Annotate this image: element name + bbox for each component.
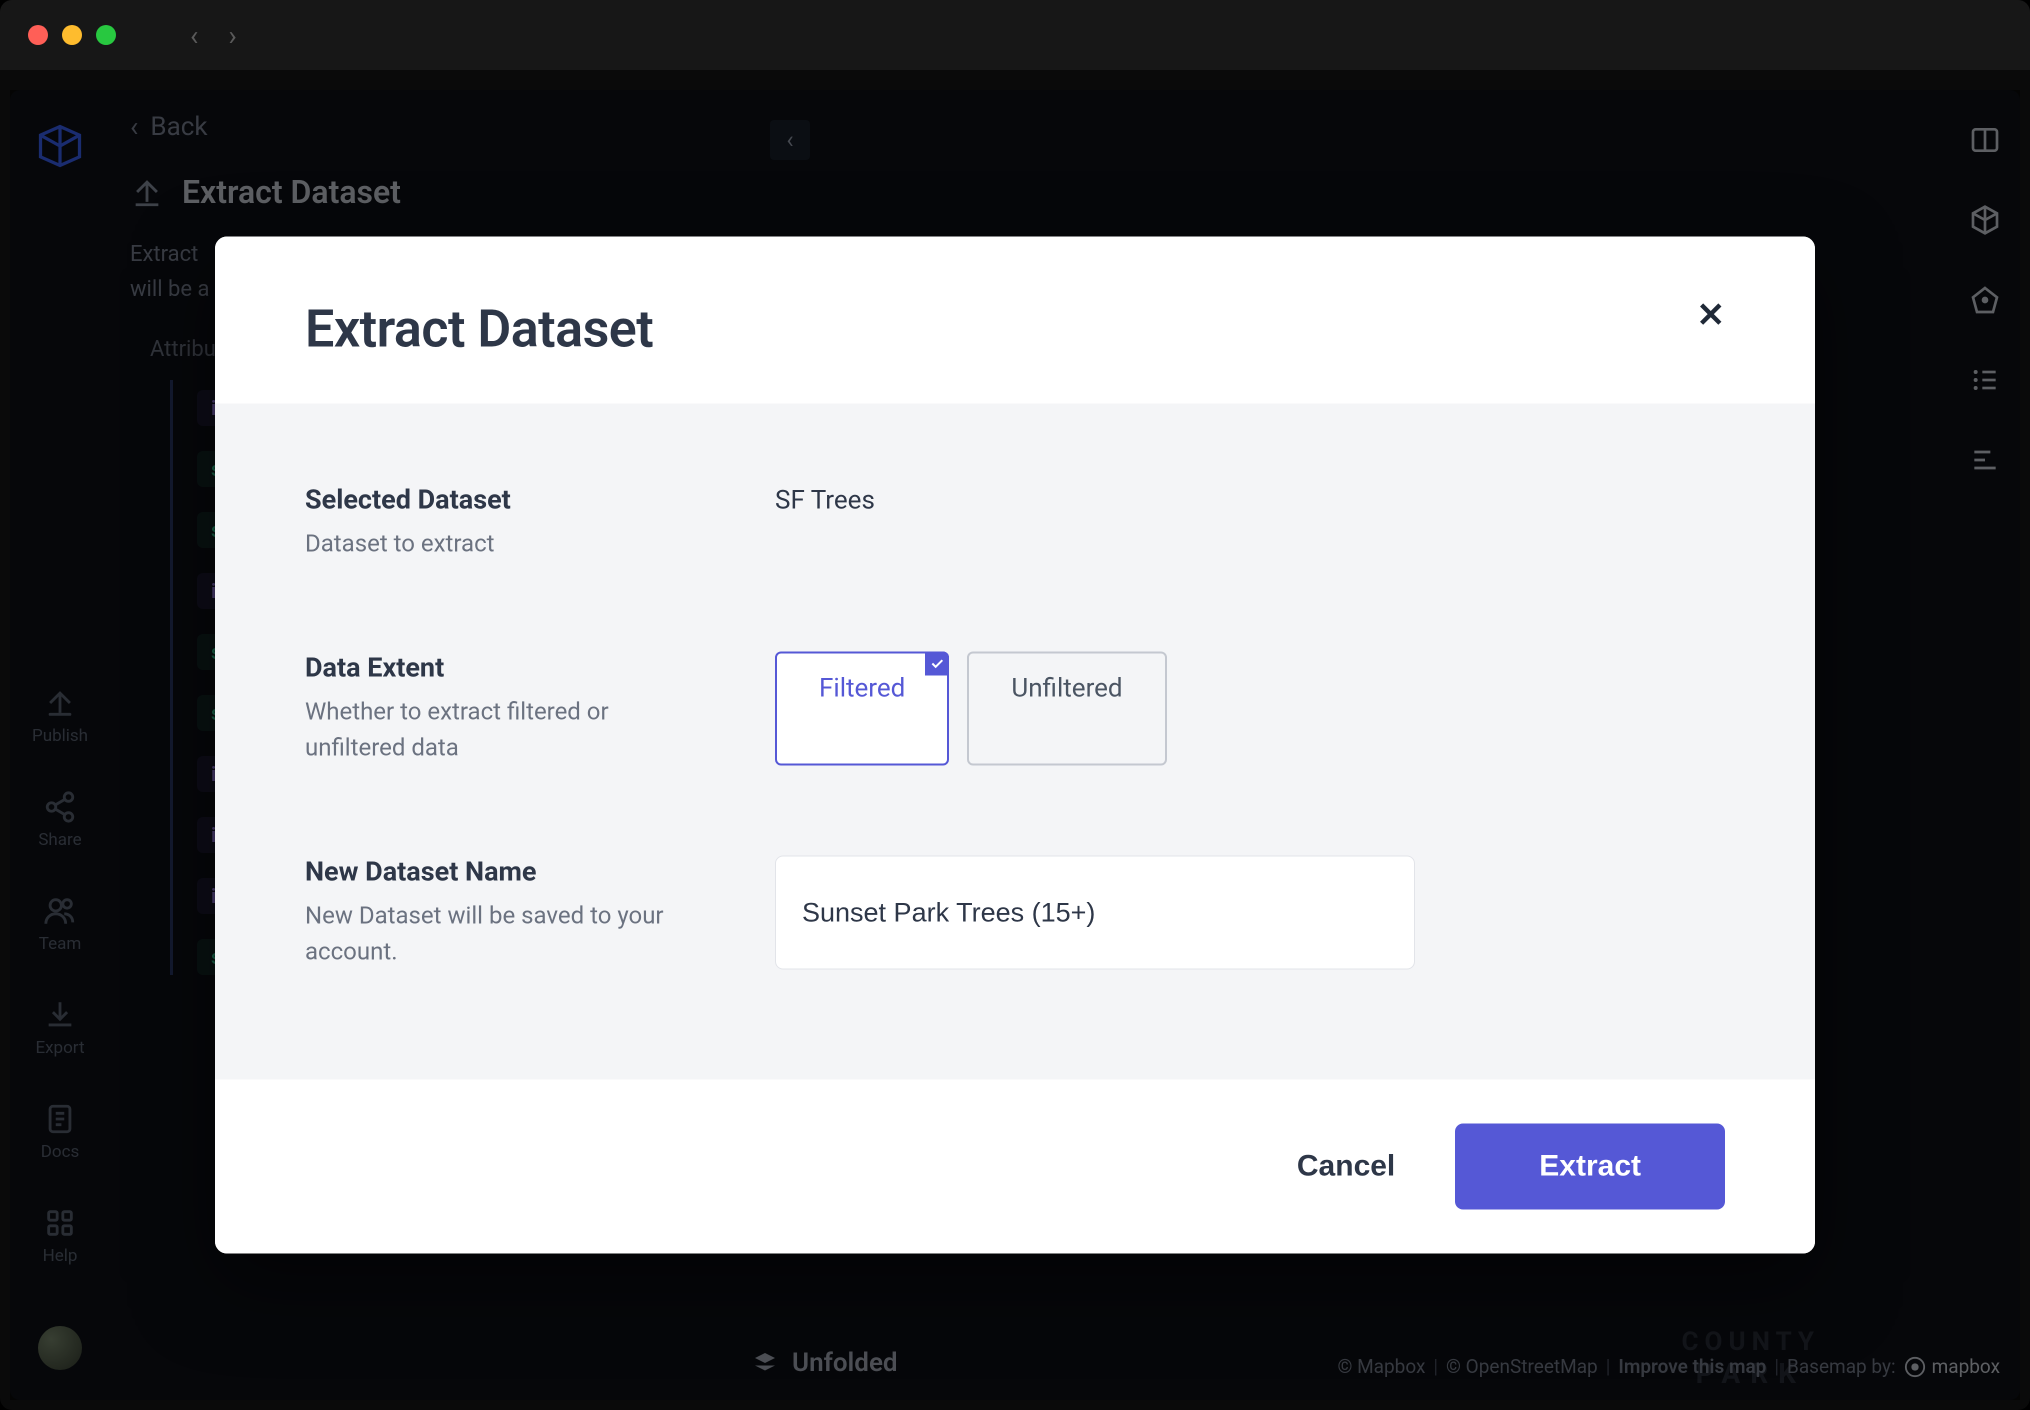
app-shell: Publish Share Team Export Docs Help: [10, 90, 2020, 1400]
selected-dataset-label: Selected Dataset: [305, 484, 775, 516]
app-window: ‹ › Publish Share Team Export: [0, 0, 2030, 1410]
new-name-label: New Dataset Name: [305, 856, 775, 888]
cancel-button[interactable]: Cancel: [1297, 1150, 1395, 1184]
modal-title: Extract Dataset: [305, 299, 653, 360]
minimize-window-icon[interactable]: [62, 25, 82, 45]
nav-forward-icon[interactable]: ›: [228, 19, 236, 52]
modal-body: Selected Dataset Dataset to extract SF T…: [215, 404, 1815, 1080]
modal-footer: Cancel Extract: [215, 1080, 1815, 1254]
window-controls: [28, 25, 116, 45]
nav-back-icon[interactable]: ‹: [190, 19, 198, 52]
row-new-name: New Dataset Name New Dataset will be sav…: [305, 856, 1725, 970]
option-filtered[interactable]: Filtered: [775, 652, 949, 766]
extract-button[interactable]: Extract: [1455, 1124, 1725, 1210]
option-unfiltered[interactable]: Unfiltered: [967, 652, 1166, 766]
selected-dataset-hint: Dataset to extract: [305, 526, 665, 562]
data-extent-hint: Whether to extract filtered or unfiltere…: [305, 694, 665, 766]
data-extent-label: Data Extent: [305, 652, 775, 684]
close-icon[interactable]: ✕: [1697, 299, 1726, 333]
new-name-hint: New Dataset will be saved to your accoun…: [305, 898, 665, 970]
titlebar: ‹ ›: [0, 0, 2030, 70]
close-window-icon[interactable]: [28, 25, 48, 45]
row-selected-dataset: Selected Dataset Dataset to extract SF T…: [305, 484, 1725, 562]
new-name-input[interactable]: [775, 856, 1415, 970]
modal-header: Extract Dataset ✕: [215, 237, 1815, 404]
data-extent-toggle: Filtered Unfiltered: [775, 652, 1167, 766]
browser-nav: ‹ ›: [190, 19, 237, 52]
check-icon: [925, 652, 949, 676]
selected-dataset-value: SF Trees: [775, 484, 875, 562]
extract-dataset-modal: Extract Dataset ✕ Selected Dataset Datas…: [215, 237, 1815, 1254]
maximize-window-icon[interactable]: [96, 25, 116, 45]
row-data-extent: Data Extent Whether to extract filtered …: [305, 652, 1725, 766]
